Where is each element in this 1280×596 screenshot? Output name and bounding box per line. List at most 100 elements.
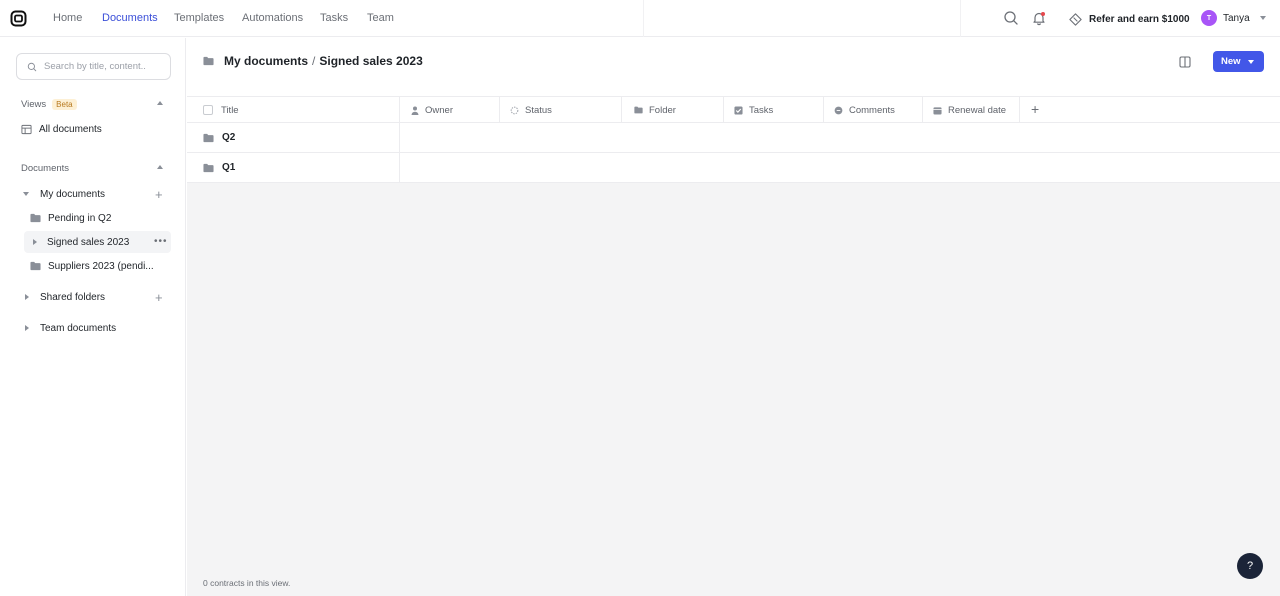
new-button[interactable]: New	[1213, 51, 1264, 72]
folder-icon	[30, 213, 41, 223]
sidebar-folder-suppliers-2023[interactable]: Suppliers 2023 (pendi...	[30, 255, 154, 277]
more-options-icon[interactable]: •••	[154, 237, 168, 247]
user-name: Tanya	[1223, 12, 1250, 24]
ticket-icon	[1069, 12, 1082, 26]
sidebar-folder-signed-sales-2023[interactable]: Signed sales 2023	[24, 231, 171, 253]
refer-earn-link[interactable]: Refer and earn $1000	[1068, 11, 1190, 27]
column-label: Folder	[649, 104, 676, 116]
nav-templates[interactable]: Templates	[174, 12, 224, 24]
table-row[interactable]: Q2	[187, 123, 1280, 153]
status-spinner-icon	[510, 106, 519, 114]
sidebar-item-my-documents[interactable]: My documents	[23, 183, 105, 205]
notification-dot	[1041, 12, 1045, 16]
views-section-title: Views Beta	[21, 99, 77, 110]
sidebar: Views Beta All documents Documents My do…	[0, 38, 186, 596]
table-header: Title Owner Status Folder Tasks Comments…	[187, 96, 1280, 123]
folder-icon	[203, 133, 214, 142]
row-title-label: Q2	[222, 132, 236, 143]
table-row[interactable]: Q1	[187, 153, 1280, 183]
documents-table: Title Owner Status Folder Tasks Comments…	[187, 96, 1280, 183]
nav-tasks[interactable]: Tasks	[320, 12, 348, 24]
sidebar-item-team-documents[interactable]: Team documents	[25, 317, 116, 339]
column-title[interactable]: Title	[203, 97, 239, 123]
add-shared-folder-icon[interactable]: +	[155, 291, 163, 304]
chevron-down-icon[interactable]	[23, 192, 29, 196]
column-divider	[499, 97, 500, 123]
documents-label: Documents	[21, 163, 70, 174]
search-icon	[27, 62, 37, 71]
row-title[interactable]: Q1	[203, 153, 235, 182]
select-all-checkbox[interactable]	[203, 105, 213, 115]
chevron-right-icon[interactable]	[25, 325, 29, 331]
add-folder-icon[interactable]: +	[155, 188, 163, 201]
chevron-down-icon	[1247, 59, 1254, 64]
row-title-label: Q1	[222, 162, 236, 173]
column-label: Owner	[425, 104, 453, 116]
sidebar-item-all-documents[interactable]: All documents	[21, 118, 102, 140]
column-label: Renewal date	[948, 104, 1007, 116]
sidebar-item-label: My documents	[40, 188, 106, 200]
search-icon[interactable]	[1003, 10, 1019, 26]
breadcrumb-root[interactable]: My documents	[224, 54, 308, 68]
column-label: Comments	[849, 104, 895, 116]
user-menu[interactable]: T Tanya	[1201, 10, 1250, 26]
app-logo-icon[interactable]	[10, 10, 27, 27]
search-input[interactable]	[44, 61, 162, 72]
add-column-icon[interactable]: +	[1031, 102, 1039, 116]
column-divider	[399, 153, 400, 182]
column-comments[interactable]: Comments	[834, 97, 895, 123]
breadcrumb: My documents / Signed sales 2023	[203, 54, 423, 68]
person-icon	[411, 106, 419, 115]
nav-home[interactable]: Home	[53, 12, 82, 24]
nav-team[interactable]: Team	[367, 12, 394, 24]
column-divider	[723, 97, 724, 123]
column-label: Status	[525, 104, 552, 116]
table-icon	[21, 124, 32, 134]
new-button-label: New	[1221, 56, 1241, 67]
column-folder[interactable]: Folder	[634, 97, 676, 123]
chevron-down-icon[interactable]	[1260, 16, 1266, 20]
breadcrumb-current: Signed sales 2023	[319, 54, 423, 68]
column-status[interactable]: Status	[510, 97, 552, 123]
collapse-views-icon[interactable]	[157, 101, 163, 105]
chevron-right-icon[interactable]	[25, 294, 29, 300]
nav-divider	[960, 0, 961, 37]
sidebar-item-label: Pending in Q2	[48, 212, 112, 224]
column-label: Title	[221, 104, 239, 116]
documents-section-title: Documents	[21, 163, 69, 174]
column-renewal-date[interactable]: Renewal date	[933, 97, 1006, 123]
breadcrumb-separator: /	[312, 54, 316, 68]
calendar-icon	[933, 106, 942, 115]
help-button[interactable]: ?	[1237, 553, 1263, 579]
column-label: Tasks	[749, 104, 774, 116]
column-divider	[1019, 97, 1020, 123]
main-header: My documents / Signed sales 2023 New	[187, 38, 1280, 96]
refer-label: Refer and earn $1000	[1089, 13, 1190, 25]
folder-icon	[203, 56, 214, 66]
column-divider	[621, 97, 622, 123]
avatar: T	[1201, 10, 1217, 26]
folder-icon	[634, 106, 643, 114]
folder-icon	[30, 261, 41, 271]
top-nav-bar: Home Documents Templates Automations Tas…	[0, 0, 1280, 37]
nav-documents[interactable]: Documents	[102, 12, 158, 24]
nav-automations[interactable]: Automations	[242, 12, 303, 24]
split-view-icon[interactable]	[1178, 55, 1192, 69]
row-title[interactable]: Q2	[203, 123, 235, 152]
sidebar-item-label: All documents	[39, 123, 102, 135]
sidebar-item-shared-folders[interactable]: Shared folders	[25, 286, 105, 308]
search-box[interactable]	[16, 53, 171, 80]
column-tasks[interactable]: Tasks	[734, 97, 773, 123]
contracts-count: 0 contracts in this view.	[203, 578, 291, 588]
sidebar-folder-pending-q2[interactable]: Pending in Q2	[30, 207, 111, 229]
beta-badge: Beta	[52, 99, 77, 110]
column-owner[interactable]: Owner	[411, 97, 453, 123]
chevron-right-icon[interactable]	[33, 239, 37, 245]
column-divider	[399, 123, 400, 152]
views-label: Views	[21, 99, 47, 110]
sidebar-item-label: Shared folders	[40, 291, 106, 303]
comment-icon	[834, 106, 843, 114]
column-divider	[922, 97, 923, 123]
sidebar-item-label: Suppliers 2023 (pendi...	[48, 260, 154, 272]
collapse-documents-icon[interactable]	[157, 165, 163, 169]
